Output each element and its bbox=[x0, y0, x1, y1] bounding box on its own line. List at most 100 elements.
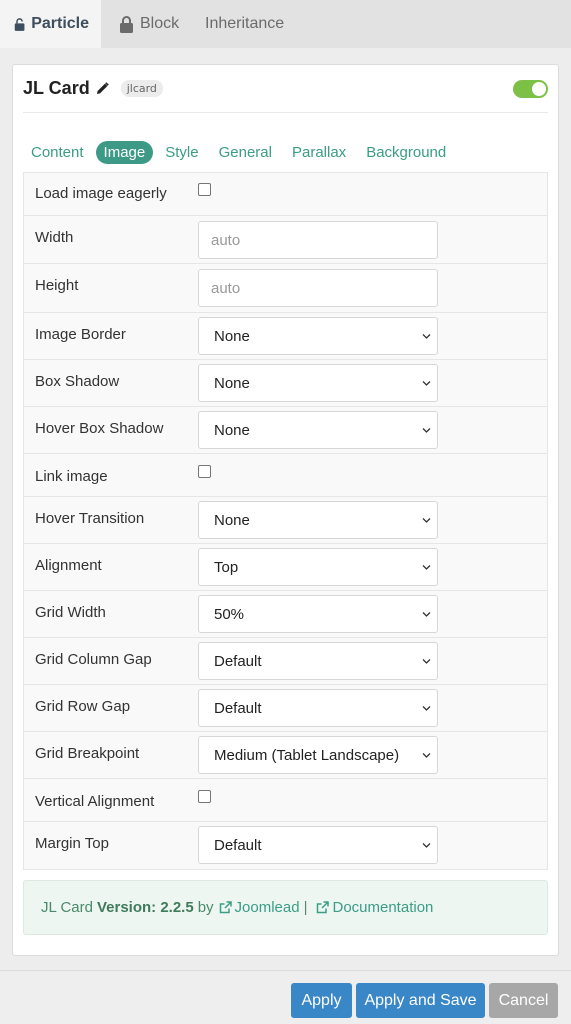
field-label: Grid Row Gap bbox=[35, 698, 131, 715]
chevron-down-icon bbox=[422, 334, 431, 339]
field-label: Grid Breakpoint bbox=[35, 745, 140, 762]
select-value: Top bbox=[214, 558, 239, 576]
unlock-icon bbox=[14, 17, 25, 31]
field-label: Height bbox=[35, 277, 79, 294]
joomlead-link[interactable]: Joomlead bbox=[235, 899, 300, 916]
enabled-toggle[interactable] bbox=[513, 80, 548, 98]
info-separator: | bbox=[303, 899, 308, 916]
select-value: None bbox=[214, 511, 250, 529]
field-row-grid-column-gap: Grid Column Gap Default bbox=[24, 638, 547, 685]
toggle-knob bbox=[532, 82, 546, 96]
field-label: Image Border bbox=[35, 326, 126, 343]
hover-transition-select[interactable]: None bbox=[198, 501, 438, 539]
alignment-select[interactable]: Top bbox=[198, 548, 438, 586]
chevron-down-icon bbox=[422, 428, 431, 433]
tab-inheritance[interactable]: Inheritance bbox=[193, 0, 296, 48]
tab-background[interactable]: Background bbox=[358, 141, 454, 164]
width-input[interactable]: auto bbox=[198, 221, 438, 259]
particle-type-badge: jlcard bbox=[120, 80, 163, 97]
field-row-hover-transition: Hover Transition None bbox=[24, 497, 547, 544]
chevron-down-icon bbox=[422, 612, 431, 617]
info-version: Version: 2.2.5 bbox=[96, 899, 194, 916]
field-label: Alignment bbox=[35, 557, 102, 574]
chevron-down-icon bbox=[422, 518, 431, 523]
apply-button[interactable]: Apply bbox=[291, 983, 352, 1018]
select-value: 50% bbox=[214, 605, 245, 623]
card-title: JL Card bbox=[23, 78, 90, 98]
link-image-checkbox[interactable] bbox=[198, 465, 211, 478]
field-label: Load image eagerly bbox=[35, 185, 167, 202]
field-label: Vertical Alignment bbox=[35, 793, 155, 810]
documentation-link[interactable]: Documentation bbox=[332, 899, 433, 916]
select-value: Medium (Tablet Landscape) bbox=[214, 746, 400, 764]
tab-block-label: Block bbox=[140, 15, 180, 32]
load-image-eagerly-checkbox[interactable] bbox=[198, 183, 211, 196]
apply-and-save-button[interactable]: Apply and Save bbox=[356, 983, 485, 1018]
field-row-grid-breakpoint: Grid Breakpoint Medium (Tablet Landscape… bbox=[24, 732, 547, 779]
tab-particle[interactable]: Particle bbox=[0, 0, 101, 48]
field-row-width: Width auto bbox=[24, 216, 547, 264]
grid-width-select[interactable]: 50% bbox=[198, 595, 438, 633]
action-bar: Apply Apply and Save Cancel bbox=[0, 970, 571, 1024]
chevron-down-icon bbox=[422, 565, 431, 570]
tab-parallax[interactable]: Parallax bbox=[284, 141, 354, 164]
vertical-alignment-checkbox[interactable] bbox=[198, 790, 211, 803]
select-value: Default bbox=[214, 652, 262, 670]
field-label: Margin Top bbox=[35, 835, 109, 852]
field-label: Hover Box Shadow bbox=[35, 420, 164, 437]
field-label: Grid Width bbox=[35, 604, 106, 621]
grid-column-gap-select[interactable]: Default bbox=[198, 642, 438, 680]
chevron-down-icon bbox=[422, 843, 431, 848]
tab-particle-label: Particle bbox=[31, 15, 89, 32]
field-row-box-shadow: Box Shadow None bbox=[24, 360, 547, 407]
cancel-button[interactable]: Cancel bbox=[489, 983, 558, 1018]
field-row-image-border: Image Border None bbox=[24, 313, 547, 360]
field-row-margin-top: Margin Top Default bbox=[24, 822, 547, 869]
chevron-down-icon bbox=[422, 753, 431, 758]
chevron-down-icon bbox=[422, 659, 431, 664]
particle-card: JL Card jlcard Content Image Style Gener… bbox=[12, 64, 559, 956]
tab-general[interactable]: General bbox=[211, 141, 280, 164]
field-label: Link image bbox=[35, 468, 108, 485]
field-row-grid-width: Grid Width 50% bbox=[24, 591, 547, 638]
field-row-grid-row-gap: Grid Row Gap Default bbox=[24, 685, 547, 732]
select-value: None bbox=[214, 421, 250, 439]
pencil-icon[interactable] bbox=[96, 82, 109, 95]
tab-inheritance-label: Inheritance bbox=[205, 15, 285, 32]
field-row-load-image-eagerly: Load image eagerly bbox=[24, 173, 547, 216]
tab-block[interactable]: Block bbox=[101, 0, 193, 48]
field-label: Width bbox=[35, 229, 74, 246]
info-name: JL Card bbox=[41, 899, 93, 916]
external-link-icon bbox=[219, 901, 232, 914]
chevron-down-icon bbox=[422, 381, 431, 386]
card-header: JL Card jlcard bbox=[23, 65, 548, 113]
grid-row-gap-select[interactable]: Default bbox=[198, 689, 438, 727]
box-shadow-select[interactable]: None bbox=[198, 364, 438, 402]
select-value: Default bbox=[214, 699, 262, 717]
field-row-hover-box-shadow: Hover Box Shadow None bbox=[24, 407, 547, 454]
field-row-link-image: Link image bbox=[24, 454, 547, 497]
top-tab-bar: Particle Block Inheritance bbox=[0, 0, 571, 48]
section-tabs: Content Image Style General Parallax Bac… bbox=[23, 140, 458, 164]
tab-content[interactable]: Content bbox=[23, 141, 92, 164]
margin-top-select[interactable]: Default bbox=[198, 826, 438, 864]
hover-box-shadow-select[interactable]: None bbox=[198, 411, 438, 449]
height-input[interactable]: auto bbox=[198, 269, 438, 307]
select-value: None bbox=[214, 374, 250, 392]
chevron-down-icon bbox=[422, 706, 431, 711]
image-border-select[interactable]: None bbox=[198, 317, 438, 355]
lock-icon bbox=[120, 15, 133, 33]
field-row-alignment: Alignment Top bbox=[24, 544, 547, 591]
tab-image[interactable]: Image bbox=[95, 140, 154, 164]
field-row-vertical-alignment: Vertical Alignment bbox=[24, 779, 547, 822]
field-label: Box Shadow bbox=[35, 373, 120, 390]
select-value: None bbox=[214, 327, 250, 345]
info-by: by bbox=[197, 899, 214, 916]
tab-style[interactable]: Style bbox=[157, 141, 206, 164]
field-label: Hover Transition bbox=[35, 510, 145, 527]
select-value: Default bbox=[214, 836, 262, 854]
image-settings-form: Load image eagerly Width auto Height aut… bbox=[23, 172, 548, 870]
grid-breakpoint-select[interactable]: Medium (Tablet Landscape) bbox=[198, 736, 438, 774]
version-info: JL Card Version: 2.2.5 by Joomlead | Doc… bbox=[23, 880, 548, 935]
field-label: Grid Column Gap bbox=[35, 651, 152, 668]
